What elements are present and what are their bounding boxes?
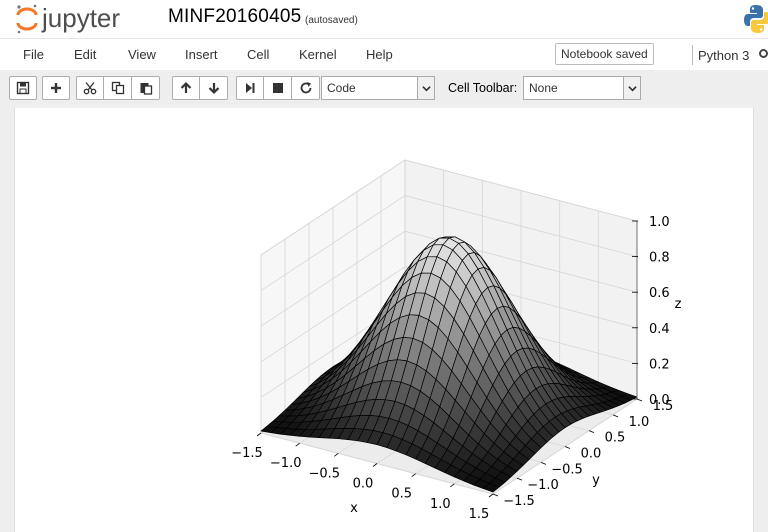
x-axis-tick-label: −0.5: [309, 466, 341, 481]
chevron-down-icon: [623, 77, 640, 99]
menu-edit[interactable]: Edit: [74, 47, 96, 62]
copy-icon: [111, 81, 124, 95]
y-axis-tick: [612, 414, 619, 418]
chevron-down-icon: [417, 77, 434, 99]
z-axis-label: z: [675, 297, 682, 312]
step-forward-icon: [246, 83, 255, 93]
y-axis-tick-label: 0.0: [581, 447, 602, 462]
interrupt-kernel-button[interactable]: [264, 76, 292, 100]
notebook-area[interactable]: −1.5 −1.0 −0.5 0.0 0.5 1.0 1.5 −1.5 −1.0 −0.5 0.0 0…: [0, 108, 768, 532]
z-axis-tick-label: 1.0: [649, 215, 670, 230]
cell-toolbar-label: Cell Toolbar:: [448, 81, 518, 95]
y-axis-tick: [516, 477, 523, 481]
arrow-up-icon: [180, 81, 192, 93]
save-icon: [16, 81, 30, 95]
jupyter-logo[interactable]: jupyter: [14, 2, 154, 36]
x-axis-label: x: [350, 501, 358, 516]
x-axis-tick: [295, 442, 300, 447]
menu-kernel[interactable]: Kernel: [299, 47, 337, 62]
surface-plot: −1.5−1.0−0.50.00.51.01.5−1.5−1.0−0.50.00…: [231, 159, 682, 522]
y-axis-tick: [540, 461, 547, 465]
copy-button[interactable]: [104, 76, 132, 100]
x-axis-tick-label: 0.5: [391, 487, 412, 502]
cut-icon: [83, 82, 97, 95]
y-axis-tick: [564, 446, 571, 449]
restart-kernel-button[interactable]: [292, 76, 320, 100]
x-axis-tick: [372, 463, 378, 467]
x-axis-tick-label: 0.0: [353, 477, 374, 492]
z-axis-tick-label: 0.0: [649, 393, 670, 408]
kernel-idle-indicator: [759, 49, 768, 58]
z-axis-tick-label: 0.4: [649, 322, 670, 337]
y-axis-tick: [588, 430, 595, 434]
x-axis-tick-label: −1.5: [231, 446, 263, 461]
x-axis-tick-label: −1.0: [270, 456, 302, 471]
menubar: File Edit View Insert Cell Kernel Help N…: [0, 38, 768, 71]
move-cell-up-button[interactable]: [172, 76, 200, 100]
python-logo-icon: [744, 5, 768, 33]
x-axis-tick-label: 1.0: [430, 497, 451, 512]
menu-insert[interactable]: Insert: [185, 47, 218, 62]
menu-cell[interactable]: Cell: [247, 47, 269, 62]
autosave-status: (autosaved): [305, 15, 358, 26]
paste-button[interactable]: [132, 76, 160, 100]
cut-button[interactable]: [76, 76, 104, 100]
y-axis-tick-label: −1.0: [527, 478, 559, 493]
paste-icon: [140, 83, 152, 95]
x-axis-tick: [411, 473, 416, 477]
cell-type-value: Code: [327, 81, 356, 95]
cell-toolbar-select[interactable]: None: [523, 76, 641, 100]
cell-toolbar-value: None: [529, 81, 558, 95]
x-axis-tick: [334, 453, 339, 457]
arrow-down-icon: [208, 83, 219, 95]
toolbar: Code Cell Toolbar: None: [0, 70, 768, 108]
notebook-saved-badge: Notebook saved: [555, 43, 654, 65]
y-axis-tick: [492, 493, 499, 497]
x-axis-tick-label: 1.5: [469, 507, 490, 522]
x-axis-tick: [488, 493, 494, 498]
notebook-name[interactable]: MINF20160405: [168, 6, 301, 28]
stop-icon: [272, 83, 283, 93]
x-axis-tick: [450, 483, 455, 488]
save-button[interactable]: [9, 76, 37, 100]
move-cell-down-button[interactable]: [200, 76, 228, 100]
y-axis-tick-label: −1.5: [503, 494, 535, 509]
z-axis-tick-label: 0.2: [649, 357, 670, 372]
y-axis-tick-label: −0.5: [551, 462, 583, 477]
x-axis-tick: [256, 432, 262, 437]
insert-cell-button[interactable]: [42, 76, 70, 100]
y-axis-tick-label: 0.5: [605, 431, 626, 446]
header: jupyter MINF20160405 (autosaved): [0, 0, 768, 38]
z-axis-tick-label: 0.8: [649, 251, 670, 266]
menu-file[interactable]: File: [23, 47, 44, 62]
plus-icon: [51, 83, 61, 93]
run-cell-button[interactable]: [236, 76, 264, 100]
menu-view[interactable]: View: [128, 47, 156, 62]
y-axis-tick-label: 1.0: [629, 415, 650, 430]
refresh-icon: [300, 82, 311, 94]
cell-type-select[interactable]: Code: [321, 76, 435, 100]
menu-help[interactable]: Help: [366, 47, 393, 62]
z-axis-tick-label: 0.6: [649, 286, 670, 301]
jupyter-logo-mark: [16, 4, 38, 34]
y-axis-label: y: [592, 473, 600, 488]
kernel-separator: [692, 45, 693, 65]
jupyter-logo-text: jupyter: [41, 3, 120, 33]
kernel-name: Python 3: [698, 48, 750, 63]
